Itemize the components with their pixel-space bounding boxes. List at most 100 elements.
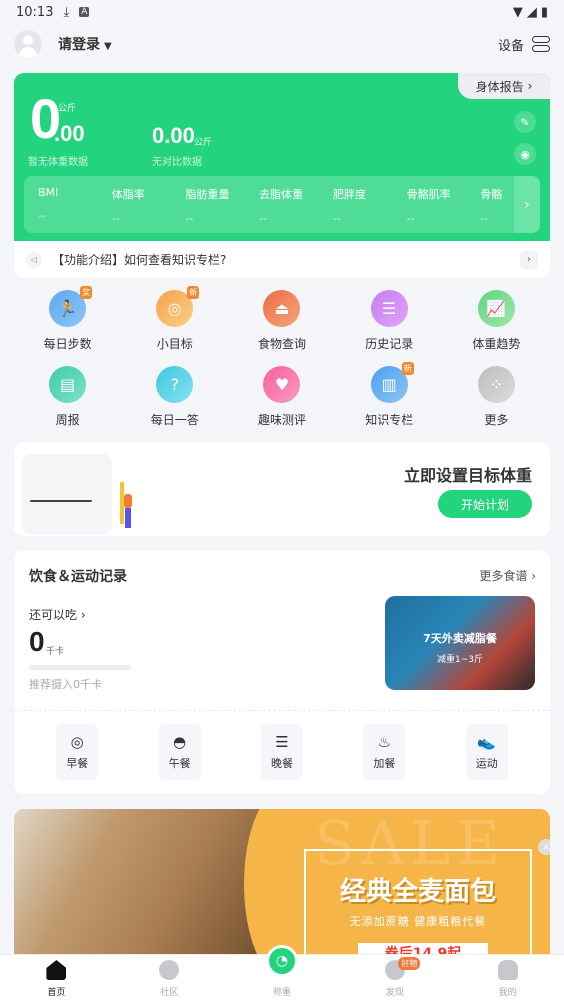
notice-bar[interactable]: ◁ 【功能介绍】如何查看知识专栏? › [14, 241, 550, 278]
edit-pencil-icon[interactable]: ✎ [514, 111, 536, 133]
promo-meal-card[interactable]: 7天外卖减脂餐 减重1~3斤 [385, 596, 535, 690]
chevron-right-icon: › [531, 569, 536, 583]
breakfast-egg-icon: ◎ [70, 733, 84, 751]
metric-obesity: 肥胖度 -- [332, 188, 366, 225]
metric-bone: 骨骼 -- [480, 188, 503, 225]
feature-knowledge[interactable]: ▥ 新知识专栏 [336, 362, 443, 428]
sneaker-icon: 👟 [477, 733, 497, 751]
device-icon [532, 36, 550, 52]
can-eat-link[interactable]: 还可以吃 › [29, 606, 86, 623]
chevron-right-icon: › [527, 79, 533, 93]
question-bubble-icon: ? [156, 366, 194, 403]
login-button[interactable]: 请登录 ▼ [58, 34, 112, 54]
person-illustration [124, 494, 132, 508]
goal-plan-card: 立即设置目标体重 开始计划 [14, 442, 550, 536]
scale-gauge-icon: ◔ [265, 945, 298, 977]
feature-fun-test[interactable]: ♥ 趣味测评 [228, 366, 335, 428]
feature-weight-trend[interactable]: 📈 体重趋势 [443, 290, 550, 352]
feature-small-goal[interactable]: ◎ 新小目标 [121, 286, 228, 352]
chevron-right-icon[interactable]: › [513, 176, 540, 233]
feature-more[interactable]: ⁘ 更多 [443, 366, 550, 428]
avatar[interactable] [14, 30, 42, 58]
person-legs [125, 508, 131, 528]
body-report-button[interactable]: 身体报告 › [458, 73, 550, 99]
feature-daily-steps[interactable]: 🏃 奖每日步数 [14, 286, 121, 352]
banner-title: 经典全麦面包 [339, 877, 496, 907]
battery-icon: ▮ [540, 4, 548, 20]
compare-value: 0.00 [152, 123, 195, 148]
badge: 好物 [398, 957, 421, 970]
feature-grid: 🏃 奖每日步数 ◎ 新小目标 ⏏ 食物查询 ☰ 历史记录 📈 体重趋势 ▤ 周报 ? 每日一答… [14, 286, 550, 428]
compare-unit: 公斤 [194, 138, 213, 148]
device-label: 设备 [497, 38, 524, 54]
banner-subtitle: 无添加蔗糖 健康粗粮代餐 [349, 915, 487, 928]
kcal-value: 0 [29, 626, 45, 657]
divider [14, 710, 550, 711]
notification-a-icon: A [79, 7, 90, 17]
dinner-button[interactable]: ☰ 晚餐 [260, 724, 303, 780]
weight-decimal: .00 [54, 121, 85, 146]
trend-chart-icon: 📈 [477, 290, 515, 327]
signal-icon: ◢ [526, 4, 537, 20]
more-recipes-link[interactable]: 更多食谱 › [479, 567, 536, 584]
book-icon: ▥ 新 [370, 362, 414, 403]
eye-icon[interactable]: ◉ [514, 143, 536, 165]
clipboard-icon: ▤ [49, 366, 87, 403]
badge: 新 [401, 362, 414, 375]
burger-icon: ☰ [275, 733, 289, 751]
badge: 新 [187, 286, 200, 299]
tab-community[interactable]: 社区 [113, 955, 226, 1004]
diet-exercise-card: 饮食＆运动记录 更多食谱 › 还可以吃 › 0 千卡 推荐摄入0千卡 7天外卖减… [14, 550, 550, 794]
metric-fat-weight: 脂肪重量 -- [185, 188, 230, 225]
profile-icon [497, 960, 518, 980]
feature-food-query[interactable]: ⏏ 食物查询 [228, 290, 335, 352]
food-cloche-icon: ⏏ [263, 290, 301, 327]
ad-banner[interactable]: SALE 经典全麦面包 无添加蔗糖 健康粗粮代餐 券后14.9起 × [14, 809, 550, 955]
kcal-unit: 千卡 [46, 647, 65, 657]
plan-title: 立即设置目标体重 [403, 466, 532, 485]
caret-down-icon: ▼ [104, 41, 112, 52]
rice-bowl-icon: ◓ [173, 733, 187, 751]
promo-subtitle: 减重1~3斤 [437, 655, 483, 665]
notice-text: 【功能介绍】如何查看知识专栏? [52, 253, 227, 267]
feature-history[interactable]: ☰ 历史记录 [336, 290, 443, 352]
chevron-right-icon[interactable]: › [520, 250, 538, 269]
tab-home[interactable]: 首页 [0, 955, 113, 1004]
tab-weigh[interactable]: ◔ 称重 [226, 945, 339, 1004]
device-button[interactable]: 设备 [498, 35, 550, 54]
bottom-tab-bar: 首页 社区 ◔ 称重 好物 发现 我的 [0, 945, 564, 1004]
weight-card: 身体报告 › 0 公斤 .00 暂无体重数据 0.00 公斤 无对比数据 ✎ ◉ … [14, 73, 550, 241]
badge: 奖 [80, 286, 93, 299]
more-grid-icon: ⁘ [477, 366, 515, 403]
snack-button[interactable]: ♨ 加餐 [363, 724, 406, 780]
home-icon [46, 960, 67, 980]
exercise-button[interactable]: 👟 运动 [465, 724, 508, 780]
tab-profile[interactable]: 我的 [451, 955, 564, 1004]
feature-weekly-report[interactable]: ▤ 周报 [14, 366, 121, 428]
close-icon[interactable]: × [538, 839, 550, 855]
status-bar: 10:13 ⤓ A ▼ ◢ ▮ [0, 0, 564, 24]
cupcake-icon: ♨ [377, 733, 392, 751]
tab-discover[interactable]: 好物 发现 [338, 955, 451, 1004]
breakfast-button[interactable]: ◎ 早餐 [56, 724, 99, 780]
promo-title: 7天外卖减脂餐 [423, 632, 497, 645]
download-icon: ⤓ [63, 4, 70, 20]
speaker-icon: ◁ [26, 251, 42, 268]
metric-bmi: BMI -- [38, 186, 59, 222]
weight-unit: 公斤 [58, 104, 77, 114]
feature-daily-qa[interactable]: ? 每日一答 [121, 366, 228, 428]
wifi-icon: ▼ [512, 4, 523, 20]
clock: 10:13 [16, 4, 54, 20]
lunch-button[interactable]: ◓ 午餐 [158, 724, 201, 780]
body-metrics[interactable]: BMI -- 体脂率 -- 脂肪重量 -- 去脂体重 -- 肥胖度 -- 骨骼肌率 -- 骨… [24, 176, 540, 233]
weight-note: 暂无体重数据 [28, 157, 88, 168]
metric-lean-weight: 去脂体重 -- [259, 188, 304, 225]
walk-icon: 🏃 奖 [49, 286, 93, 327]
start-plan-button[interactable]: 开始计划 [438, 490, 532, 518]
chart-illustration [22, 454, 112, 534]
diet-title: 饮食＆运动记录 [29, 569, 127, 585]
history-icon: ☰ [370, 290, 408, 327]
trend-line [30, 500, 92, 502]
metric-muscle: 骨骼肌率 -- [406, 188, 451, 225]
intake-progress-bar [29, 665, 131, 670]
